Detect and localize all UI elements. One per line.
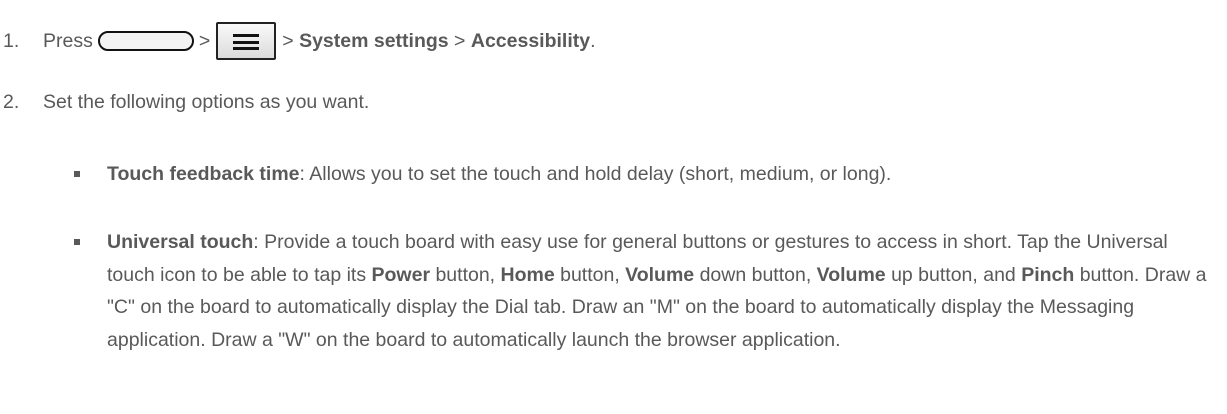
description-text: up button, and (885, 263, 1022, 286)
system-settings-label: System settings (299, 29, 449, 52)
accessibility-label: Accessibility (470, 29, 591, 52)
period: . (590, 29, 596, 52)
step-2: 2. Set the following options as you want… (0, 91, 369, 114)
bullet-icon (74, 239, 80, 245)
bullet-icon (74, 171, 80, 177)
step-number: 2. (3, 91, 20, 113)
separator: > (198, 29, 211, 52)
list-item-touch-feedback: Touch feedback time: Allows you to set t… (107, 158, 1217, 191)
separator: > (454, 29, 466, 52)
volume-term: Volume (625, 263, 695, 286)
option-term: Universal touch (107, 231, 254, 253)
step-1: 1. Press > > System settings > Accessibi… (0, 22, 596, 60)
step-text: Set the following options as you want. (43, 91, 370, 113)
list-item-universal-touch: Universal touch: Provide a touch board w… (107, 226, 1217, 356)
description-text: down button, (694, 263, 817, 286)
option-term: Touch feedback time (107, 163, 300, 185)
description-text: button, (554, 263, 626, 286)
step-number: 1. (3, 29, 20, 52)
press-text: Press (43, 29, 93, 52)
power-term: Power (371, 263, 431, 286)
option-description: : Allows you to set the touch and hold d… (299, 163, 892, 185)
volume-term: Volume (816, 263, 886, 286)
separator: > (282, 29, 294, 52)
menu-key-icon (216, 22, 277, 60)
description-text: button, (430, 263, 501, 286)
home-key-icon (97, 31, 194, 51)
pinch-term: Pinch (1021, 263, 1075, 286)
home-term: Home (500, 263, 555, 286)
